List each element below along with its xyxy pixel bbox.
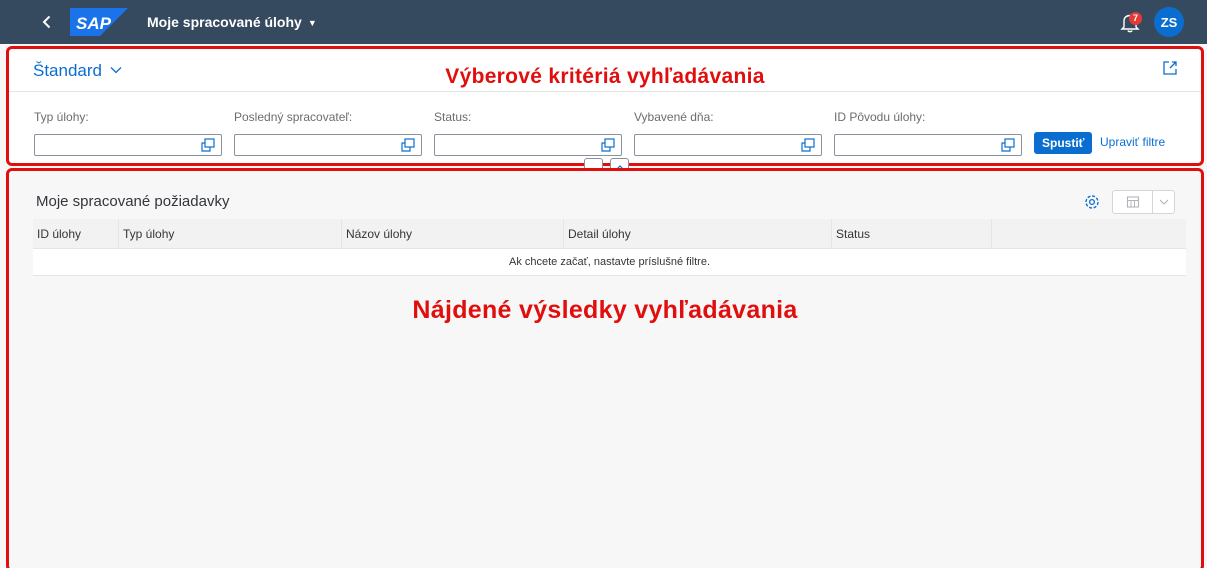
filter-completed-on: Vybavené dňa: [634, 110, 822, 156]
share-icon[interactable] [1161, 59, 1179, 77]
back-button[interactable] [30, 0, 64, 44]
value-help-icon[interactable] [1001, 138, 1015, 152]
filter-label: Posledný spracovateľ: [234, 110, 353, 124]
filter-label: Typ úlohy: [34, 110, 89, 124]
column-header-task-id[interactable]: ID úlohy [33, 219, 118, 249]
status-input[interactable] [434, 134, 622, 156]
export-menu-button[interactable] [1112, 190, 1175, 214]
export-spreadsheet-icon [1126, 196, 1139, 208]
filter-bar: Štandard Výberové kritériá vyhľadávania … [6, 46, 1204, 166]
caret-down-icon: ▼ [307, 17, 317, 28]
export-button[interactable] [1113, 191, 1153, 213]
column-header-task-detail[interactable]: Detail úlohy [563, 219, 831, 249]
task-origin-id-input[interactable] [834, 134, 1022, 156]
filter-task-origin-id: ID Pôvodu úlohy: [834, 110, 1022, 156]
table-title: Moje spracované požiadavky [36, 193, 230, 210]
column-header-task-name[interactable]: Názov úlohy [341, 219, 563, 249]
filter-task-type: Typ úlohy: [34, 110, 222, 156]
annotation-search-criteria: Výberové kritériá vyhľadávania [445, 65, 765, 88]
export-dropdown-arrow[interactable] [1153, 191, 1174, 213]
chevron-left-icon [42, 15, 51, 29]
app-title: Moje spracované úlohy [147, 14, 302, 30]
results-panel: Moje spracované požiadavky ID úlohy Typ … [6, 168, 1204, 568]
adapt-filters-link[interactable]: Upraviť filtre [1100, 135, 1165, 149]
value-help-icon[interactable] [801, 138, 815, 152]
column-header-task-type[interactable]: Typ úlohy [118, 219, 341, 249]
app-title-menu[interactable]: Moje spracované úlohy ▼ [147, 14, 317, 30]
settings-icon[interactable] [1083, 193, 1101, 211]
column-header-status[interactable]: Status [831, 219, 991, 249]
shell-bar: SAP Moje spracované úlohy ▼ 7 ZS [0, 0, 1207, 44]
last-processor-input[interactable] [234, 134, 422, 156]
filter-status: Status: [434, 110, 622, 156]
value-help-icon[interactable] [401, 138, 415, 152]
task-type-input[interactable] [34, 134, 222, 156]
annotation-search-results: Nájdené výsledky vyhľadávania [412, 296, 798, 324]
filter-label: Status: [434, 110, 472, 124]
chevron-down-icon [1159, 199, 1168, 205]
sap-logo: SAP [70, 8, 128, 36]
filter-label: Vybavené dňa: [634, 110, 714, 124]
go-button[interactable]: Spustiť [1034, 132, 1093, 154]
table-header: ID úlohy Typ úlohy Názov úlohy Detail úl… [33, 219, 1186, 249]
svg-text:SAP: SAP [76, 14, 112, 33]
value-help-icon[interactable] [201, 138, 215, 152]
divider [9, 91, 1201, 92]
column-header-spacer [991, 219, 1186, 249]
completed-on-input[interactable] [634, 134, 822, 156]
filter-last-processor: Posledný spracovateľ: [234, 110, 422, 156]
value-help-icon[interactable] [601, 138, 615, 152]
notification-badge: 7 [1129, 12, 1142, 25]
filter-label: ID Pôvodu úlohy: [834, 110, 926, 124]
table-empty-message: Ak chcete začať, nastavte príslušné filt… [33, 249, 1186, 276]
notifications-button[interactable]: 7 [1120, 10, 1142, 34]
user-avatar[interactable]: ZS [1154, 7, 1184, 37]
